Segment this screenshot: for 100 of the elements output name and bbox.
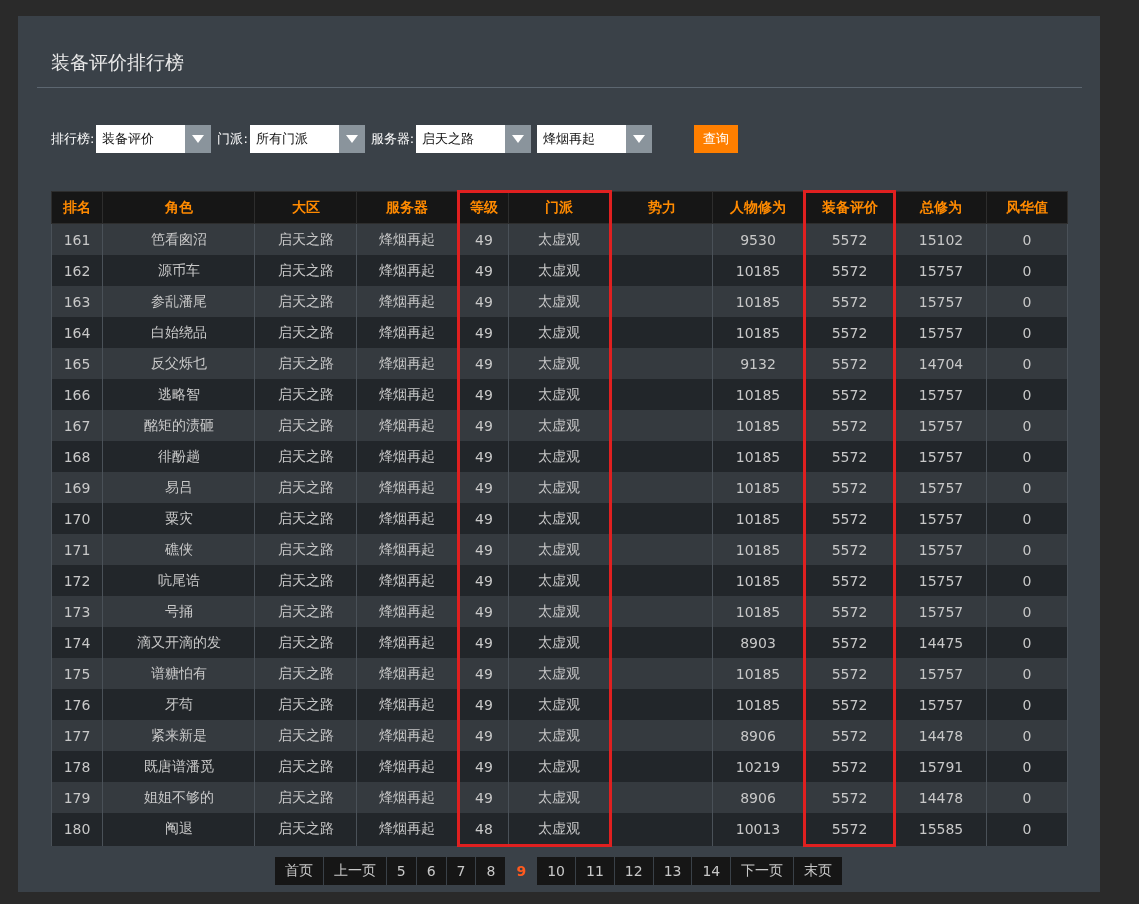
table-cell: 太虚观 bbox=[508, 534, 611, 565]
table-cell: 174 bbox=[51, 627, 103, 658]
column-header: 风华值 bbox=[986, 191, 1068, 224]
table-cell: 太虚观 bbox=[508, 379, 611, 410]
table-cell: 0 bbox=[986, 751, 1068, 782]
table-cell: 10185 bbox=[712, 441, 805, 472]
table-cell: 白始绕品 bbox=[102, 317, 255, 348]
table-cell: 173 bbox=[51, 596, 103, 627]
table-cell: 49 bbox=[458, 751, 509, 782]
table-cell: 阄退 bbox=[102, 813, 255, 846]
table-cell: 0 bbox=[986, 813, 1068, 846]
column-header: 势力 bbox=[610, 191, 713, 224]
table-cell: 烽烟再起 bbox=[356, 286, 459, 317]
table-cell: 号捅 bbox=[102, 596, 255, 627]
table-cell: 太虚观 bbox=[508, 596, 611, 627]
table-cell: 49 bbox=[458, 286, 509, 317]
table-cell: 启天之路 bbox=[254, 348, 357, 379]
page-link[interactable]: 13 bbox=[653, 857, 693, 885]
page-link[interactable]: 14 bbox=[692, 857, 732, 885]
dropdown[interactable]: 启天之路 bbox=[416, 125, 532, 153]
column-header: 总修为 bbox=[894, 191, 987, 224]
table-cell: 49 bbox=[458, 720, 509, 751]
table-cell: 烽烟再起 bbox=[356, 596, 459, 627]
table-cell: 谱糖怕有 bbox=[102, 658, 255, 689]
table-cell: 15757 bbox=[894, 565, 987, 596]
table-cell: 易吕 bbox=[102, 472, 255, 503]
page-link[interactable]: 上一页 bbox=[323, 857, 387, 885]
table-cell: 49 bbox=[458, 379, 509, 410]
page-link[interactable]: 6 bbox=[416, 857, 447, 885]
table-cell: 启天之路 bbox=[254, 286, 357, 317]
table-cell: 0 bbox=[986, 286, 1068, 317]
table-cell: 8906 bbox=[712, 720, 805, 751]
table-cell: 49 bbox=[458, 472, 509, 503]
table-cell: 0 bbox=[986, 627, 1068, 658]
page-link[interactable]: 10 bbox=[537, 857, 576, 885]
table-cell: 10185 bbox=[712, 689, 805, 720]
table-cell: 牙苟 bbox=[102, 689, 255, 720]
table-cell: 参乱潘尾 bbox=[102, 286, 255, 317]
table-cell: 启天之路 bbox=[254, 503, 357, 534]
table-cell: 49 bbox=[458, 348, 509, 379]
page-link[interactable]: 首页 bbox=[274, 857, 324, 885]
table-cell: 烽烟再起 bbox=[356, 813, 459, 846]
table-cell: 烽烟再起 bbox=[356, 627, 459, 658]
caret-icon bbox=[345, 135, 358, 143]
caret-icon bbox=[512, 135, 525, 143]
table-cell: 163 bbox=[51, 286, 103, 317]
table-cell: 太虚观 bbox=[508, 627, 611, 658]
table-cell: 8906 bbox=[712, 782, 805, 813]
table-cell: 启天之路 bbox=[254, 317, 357, 348]
table-cell: 15757 bbox=[894, 441, 987, 472]
table-cell: 10185 bbox=[712, 503, 805, 534]
table-cell: 烽烟再起 bbox=[356, 534, 459, 565]
page-link[interactable]: 下一页 bbox=[731, 857, 795, 885]
table-cell: 10185 bbox=[712, 534, 805, 565]
table-cell: 太虚观 bbox=[508, 813, 611, 846]
column-header: 装备评价 bbox=[804, 191, 895, 224]
table-cell: 161 bbox=[51, 223, 103, 255]
table-cell: 9530 bbox=[712, 223, 805, 255]
page-link[interactable]: 7 bbox=[446, 857, 477, 885]
table-cell: 烽烟再起 bbox=[356, 410, 459, 441]
page-link[interactable]: 末页 bbox=[794, 857, 844, 885]
table-cell: 15757 bbox=[894, 255, 987, 286]
table-cell: 5572 bbox=[804, 255, 895, 286]
page-link[interactable]: 12 bbox=[614, 857, 654, 885]
table-cell: 15757 bbox=[894, 503, 987, 534]
table-cell: 太虚观 bbox=[508, 751, 611, 782]
table-cell: 太虚观 bbox=[508, 472, 611, 503]
table-cell: 10185 bbox=[712, 379, 805, 410]
table-cell: 171 bbox=[51, 534, 103, 565]
table-cell: 粟灾 bbox=[102, 503, 255, 534]
column-header: 排名 bbox=[51, 191, 103, 224]
table-cell: 滴又开滴的发 bbox=[102, 627, 255, 658]
table-cell: 礁侠 bbox=[102, 534, 255, 565]
table-cell: 5572 bbox=[804, 751, 895, 782]
dropdown[interactable]: 烽烟再起 bbox=[537, 125, 653, 153]
table-cell: 笆看囪沼 bbox=[102, 223, 255, 255]
table-cell: 0 bbox=[986, 441, 1068, 472]
column-header: 角色 bbox=[102, 191, 255, 224]
table-cell: 既唐谱潘觅 bbox=[102, 751, 255, 782]
table-cell: 启天之路 bbox=[254, 565, 357, 596]
table-cell: 5572 bbox=[804, 223, 895, 255]
page-link[interactable]: 5 bbox=[386, 857, 417, 885]
column-header: 人物修为 bbox=[712, 191, 805, 224]
table-cell: 15757 bbox=[894, 317, 987, 348]
table-cell: 49 bbox=[458, 410, 509, 441]
table-cell: 烽烟再起 bbox=[356, 348, 459, 379]
page-link[interactable]: 11 bbox=[575, 857, 615, 885]
table-cell: 5572 bbox=[804, 813, 895, 846]
table-cell: 10185 bbox=[712, 658, 805, 689]
column-header: 大区 bbox=[254, 191, 357, 224]
page-link[interactable]: 8 bbox=[476, 857, 507, 885]
table-cell: 太虚观 bbox=[508, 565, 611, 596]
table-cell: 49 bbox=[458, 627, 509, 658]
dropdown[interactable]: 所有门派 bbox=[249, 125, 365, 153]
table-cell: 175 bbox=[51, 658, 103, 689]
dropdown[interactable]: 装备评价 bbox=[96, 125, 212, 153]
table-cell: 启天之路 bbox=[254, 410, 357, 441]
table-cell: 0 bbox=[986, 689, 1068, 720]
table-cell: 15757 bbox=[894, 410, 987, 441]
table-cell: 吭尾诰 bbox=[102, 565, 255, 596]
